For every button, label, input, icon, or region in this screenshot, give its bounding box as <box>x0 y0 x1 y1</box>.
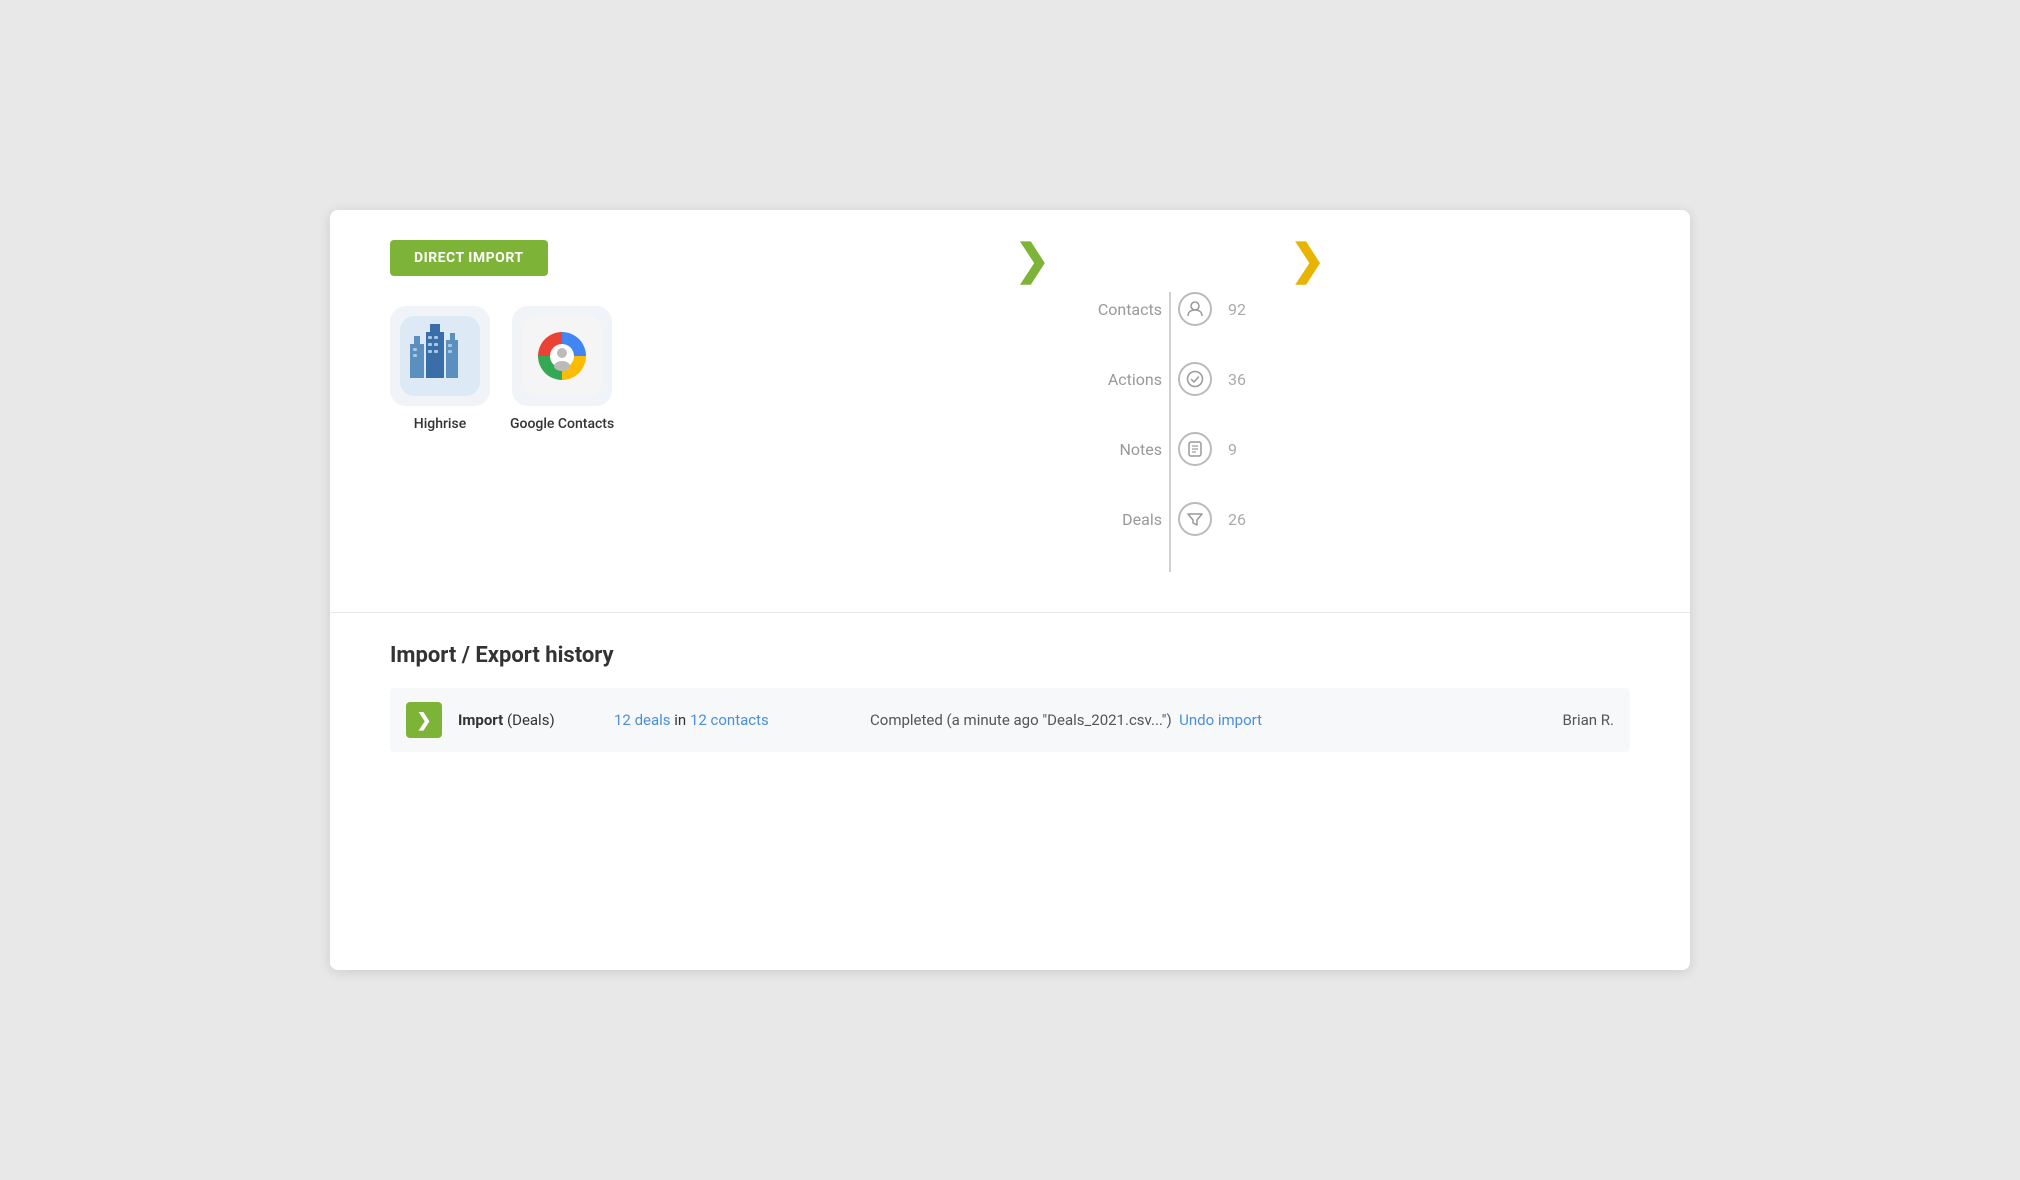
history-contacts-link[interactable]: 12 contacts <box>690 711 769 729</box>
google-contacts-svg-icon <box>522 316 602 396</box>
google-contacts-icon-box <box>512 306 612 406</box>
history-type-bold: Import <box>458 711 503 729</box>
section-divider <box>330 612 1690 613</box>
pipeline-label-actions: Actions <box>1082 370 1162 389</box>
pipeline-count-contacts: 92 <box>1228 300 1258 319</box>
google-contacts-integration[interactable]: Google Contacts <box>510 306 614 432</box>
google-contacts-label: Google Contacts <box>510 416 614 432</box>
highrise-svg-icon <box>400 316 480 396</box>
history-section: Import / Export history ❯ Import (Deals)… <box>330 643 1690 792</box>
pipeline-circle-notes <box>1178 432 1212 466</box>
history-stats: 12 deals in 12 contacts <box>614 711 854 729</box>
highrise-icon-box <box>390 306 490 406</box>
direct-import-panel: DIRECT IMPORT <box>390 240 710 572</box>
pipeline-label-deals: Deals <box>1082 510 1162 529</box>
history-user: Brian R. <box>1514 711 1614 729</box>
center-section: ❯ ❯ Contacts 92 <box>710 240 1630 572</box>
pipeline-count-actions: 36 <box>1228 370 1258 389</box>
import-icons-list: Highrise <box>390 306 710 432</box>
top-section: DIRECT IMPORT <box>330 210 1690 612</box>
pipeline: Contacts 92 Actions <box>1082 292 1258 572</box>
history-table: ❯ Import (Deals) 12 deals in 12 contacts… <box>390 688 1630 752</box>
pipeline-circle-contacts <box>1178 292 1212 326</box>
pipeline-item-contacts: Contacts 92 <box>1082 292 1258 326</box>
undo-import-link[interactable]: Undo import <box>1179 711 1262 729</box>
history-type-detail: (Deals) <box>507 711 555 729</box>
pipeline-item-notes: Notes 9 <box>1082 432 1258 466</box>
pipeline-circle-deals <box>1178 502 1212 536</box>
pipeline-circle-actions <box>1178 362 1212 396</box>
direct-import-button[interactable]: DIRECT IMPORT <box>390 240 548 276</box>
pipeline-item-deals: Deals 26 <box>1082 502 1258 536</box>
history-expand-button[interactable]: ❯ <box>406 702 442 738</box>
arrows-row: ❯ ❯ <box>1015 240 1325 282</box>
history-status: Completed (a minute ago "Deals_2021.csv.… <box>870 711 1498 729</box>
history-row: ❯ Import (Deals) 12 deals in 12 contacts… <box>390 688 1630 752</box>
highrise-integration[interactable]: Highrise <box>390 306 490 432</box>
history-status-text: Completed (a minute ago "Deals_2021.csv.… <box>870 711 1172 729</box>
history-type: Import (Deals) <box>458 711 598 729</box>
left-arrow-icon: ❯ <box>1015 240 1050 282</box>
pipeline-label-contacts: Contacts <box>1082 300 1162 319</box>
pipeline-count-notes: 9 <box>1228 440 1258 459</box>
pipeline-label-notes: Notes <box>1082 440 1162 459</box>
right-arrow-icon: ❯ <box>1290 240 1325 282</box>
main-card: DIRECT IMPORT <box>330 210 1690 970</box>
pipeline-count-deals: 26 <box>1228 510 1258 529</box>
person-icon <box>1186 300 1204 318</box>
filter-icon <box>1186 510 1204 528</box>
pipeline-item-actions: Actions 36 <box>1082 362 1258 396</box>
check-icon <box>1186 370 1204 388</box>
note-icon <box>1186 440 1204 458</box>
highrise-label: Highrise <box>414 416 466 432</box>
history-deals-link[interactable]: 12 deals <box>614 711 671 729</box>
history-stats-in: in <box>674 711 690 729</box>
history-title: Import / Export history <box>390 643 1630 668</box>
